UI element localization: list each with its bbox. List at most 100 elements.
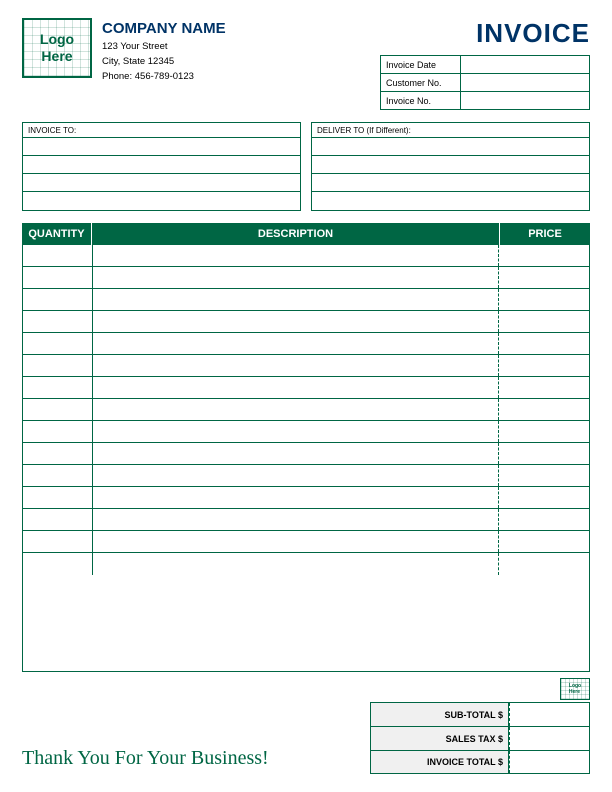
table-row bbox=[23, 355, 589, 377]
row-desc[interactable] bbox=[93, 465, 499, 486]
row-desc[interactable] bbox=[93, 399, 499, 420]
deliver-to-line2[interactable] bbox=[312, 156, 589, 174]
row-price[interactable] bbox=[499, 289, 589, 310]
address-line2: City, State 12345 bbox=[102, 54, 226, 69]
row-price[interactable] bbox=[499, 311, 589, 332]
table-row bbox=[23, 465, 589, 487]
address-section: INVOICE TO: DELIVER TO (If Different): bbox=[22, 122, 590, 211]
header-right: INVOICE Invoice Date Customer No. Invoic… bbox=[380, 18, 590, 110]
row-price[interactable] bbox=[499, 553, 589, 575]
logo-line1: Logo bbox=[40, 31, 74, 47]
row-desc[interactable] bbox=[93, 333, 499, 354]
row-desc[interactable] bbox=[93, 245, 499, 266]
row-desc[interactable] bbox=[93, 509, 499, 530]
row-desc[interactable] bbox=[93, 531, 499, 552]
invoice-to-line3[interactable] bbox=[23, 174, 300, 192]
totals-logo-img: LogoHere bbox=[560, 678, 590, 700]
invoice-to-line4[interactable] bbox=[23, 192, 300, 210]
col-header-desc: DESCRIPTION bbox=[92, 223, 500, 245]
table-row bbox=[23, 289, 589, 311]
field-value-invoice-no[interactable] bbox=[460, 92, 589, 110]
deliver-to-line1[interactable] bbox=[312, 138, 589, 156]
row-price[interactable] bbox=[499, 443, 589, 464]
invoicetotal-row: INVOICE TOTAL $ bbox=[370, 750, 590, 774]
row-qty[interactable] bbox=[23, 267, 93, 288]
row-desc[interactable] bbox=[93, 487, 499, 508]
table-row bbox=[23, 421, 589, 443]
invoice-fields-table: Invoice Date Customer No. Invoice No. bbox=[380, 55, 590, 110]
subtotal-row: SUB-TOTAL $ bbox=[370, 702, 590, 726]
field-value-invoice-date[interactable] bbox=[460, 56, 589, 74]
row-price[interactable] bbox=[499, 487, 589, 508]
row-desc[interactable] bbox=[93, 311, 499, 332]
field-row-invoice-no: Invoice No. bbox=[381, 92, 590, 110]
subtotal-value[interactable] bbox=[509, 703, 589, 726]
row-price[interactable] bbox=[499, 465, 589, 486]
invoice-to-box: INVOICE TO: bbox=[22, 122, 301, 211]
invoice-title: INVOICE bbox=[476, 18, 590, 49]
row-desc[interactable] bbox=[93, 553, 499, 575]
invoice-to-line1[interactable] bbox=[23, 138, 300, 156]
field-value-customer-no[interactable] bbox=[460, 74, 589, 92]
row-qty[interactable] bbox=[23, 421, 93, 442]
table-body bbox=[22, 245, 590, 672]
row-price[interactable] bbox=[499, 355, 589, 376]
row-desc[interactable] bbox=[93, 267, 499, 288]
table-row bbox=[23, 487, 589, 509]
salestax-value[interactable] bbox=[509, 727, 589, 750]
table-row bbox=[23, 509, 589, 531]
row-qty[interactable] bbox=[23, 399, 93, 420]
row-qty[interactable] bbox=[23, 333, 93, 354]
deliver-to-line3[interactable] bbox=[312, 174, 589, 192]
deliver-to-lines bbox=[312, 138, 589, 210]
row-desc[interactable] bbox=[93, 377, 499, 398]
row-price[interactable] bbox=[499, 333, 589, 354]
row-qty[interactable] bbox=[23, 509, 93, 530]
table-row bbox=[23, 531, 589, 553]
invoicetotal-value[interactable] bbox=[509, 751, 589, 773]
invoice-to-label: INVOICE TO: bbox=[23, 123, 300, 138]
row-price[interactable] bbox=[499, 509, 589, 530]
table-row bbox=[23, 333, 589, 355]
row-qty[interactable] bbox=[23, 443, 93, 464]
field-label-invoice-no: Invoice No. bbox=[381, 92, 461, 110]
header-left: Logo Here COMPANY NAME 123 Your Street C… bbox=[22, 18, 226, 85]
row-price[interactable] bbox=[499, 531, 589, 552]
table-row bbox=[23, 399, 589, 421]
logo-box: Logo Here bbox=[22, 18, 92, 78]
table-row bbox=[23, 443, 589, 465]
row-desc[interactable] bbox=[93, 289, 499, 310]
col-header-price: PRICE bbox=[500, 223, 590, 245]
row-price[interactable] bbox=[499, 399, 589, 420]
row-qty[interactable] bbox=[23, 553, 93, 575]
row-qty[interactable] bbox=[23, 311, 93, 332]
deliver-to-line4[interactable] bbox=[312, 192, 589, 210]
row-qty[interactable] bbox=[23, 289, 93, 310]
row-price[interactable] bbox=[499, 377, 589, 398]
table-row bbox=[23, 377, 589, 399]
row-qty[interactable] bbox=[23, 487, 93, 508]
row-qty[interactable] bbox=[23, 465, 93, 486]
field-row-invoice-date: Invoice Date bbox=[381, 56, 590, 74]
row-price[interactable] bbox=[499, 421, 589, 442]
row-desc[interactable] bbox=[93, 421, 499, 442]
row-desc[interactable] bbox=[93, 355, 499, 376]
table-row bbox=[23, 267, 589, 289]
row-qty[interactable] bbox=[23, 377, 93, 398]
row-qty[interactable] bbox=[23, 245, 93, 266]
invoice-to-lines bbox=[23, 138, 300, 210]
row-qty[interactable] bbox=[23, 355, 93, 376]
totals-logo-text: LogoHere bbox=[569, 683, 581, 695]
company-info: COMPANY NAME 123 Your Street City, State… bbox=[102, 18, 226, 85]
table-row bbox=[23, 311, 589, 333]
address-line1: 123 Your Street bbox=[102, 39, 226, 54]
row-price[interactable] bbox=[499, 245, 589, 266]
row-desc[interactable] bbox=[93, 443, 499, 464]
field-row-customer-no: Customer No. bbox=[381, 74, 590, 92]
row-price[interactable] bbox=[499, 267, 589, 288]
phone: Phone: 456-789-0123 bbox=[102, 69, 226, 84]
invoice-to-line2[interactable] bbox=[23, 156, 300, 174]
invoice-page: Logo Here COMPANY NAME 123 Your Street C… bbox=[0, 0, 612, 792]
row-qty[interactable] bbox=[23, 531, 93, 552]
totals-section: LogoHere SUB-TOTAL $ SALES TAX $ INVOICE… bbox=[370, 678, 590, 774]
